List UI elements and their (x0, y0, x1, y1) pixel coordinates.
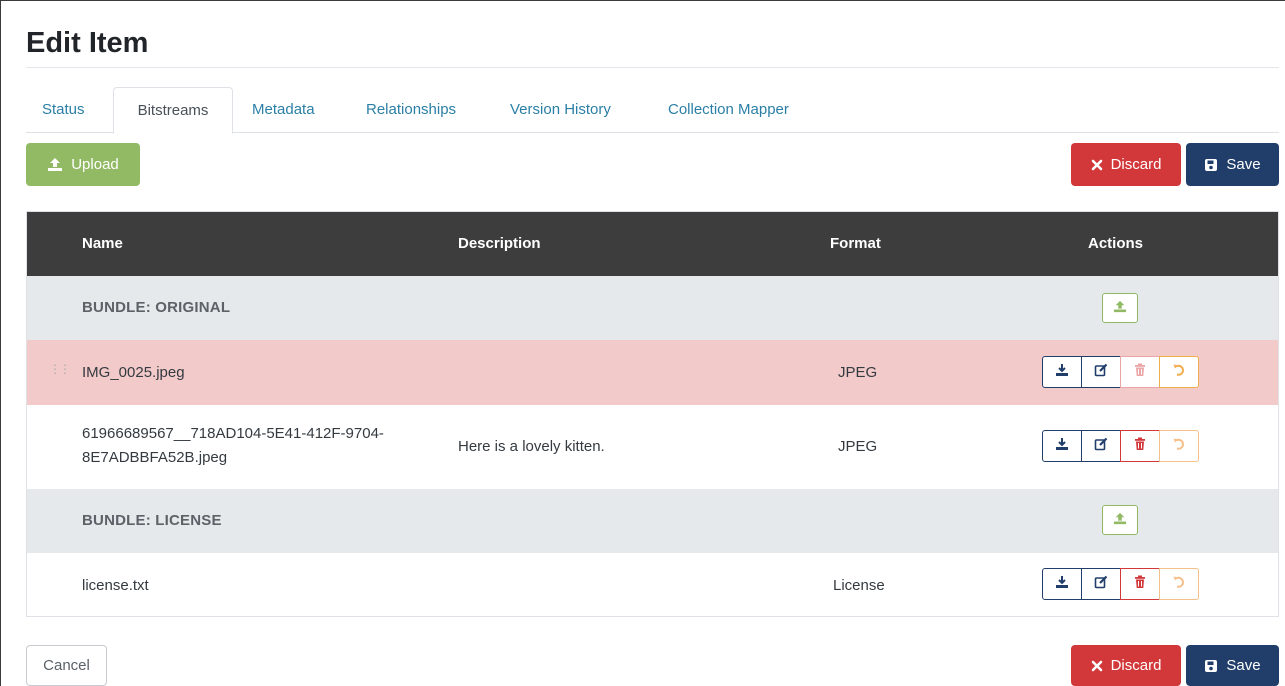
undo-button[interactable] (1159, 568, 1199, 600)
bundle-label: BUNDLE: ORIGINAL (82, 299, 231, 316)
table-row: ⋮⋮ IMG_0025.jpeg JPEG (27, 340, 1278, 405)
cancel-button[interactable]: Cancel (26, 645, 107, 686)
upload-icon (1113, 512, 1127, 529)
times-icon (1091, 159, 1103, 171)
download-button[interactable] (1042, 356, 1082, 388)
drag-handle-icon[interactable]: ⋮⋮ (49, 362, 71, 376)
undo-button[interactable] (1159, 356, 1199, 388)
undo-button[interactable] (1159, 430, 1199, 462)
row-actions (1042, 568, 1200, 600)
edit-icon (1094, 437, 1108, 455)
delete-button[interactable] (1120, 356, 1160, 388)
bundle-row-original: BUNDLE: ORIGINAL (27, 276, 1278, 340)
download-icon (1055, 437, 1069, 455)
tab-collection-mapper[interactable]: Collection Mapper (668, 87, 789, 133)
discard-label: Discard (1110, 657, 1162, 674)
floppy-disk-icon (1204, 158, 1218, 172)
trash-icon (1134, 437, 1146, 455)
row-actions (1042, 356, 1200, 388)
header-name: Name (82, 235, 123, 252)
download-icon (1055, 363, 1069, 381)
file-description: Here is a lovely kitten. (458, 438, 605, 455)
download-icon (1055, 575, 1069, 593)
download-button[interactable] (1042, 568, 1082, 600)
bitstreams-table: Name Description Format Actions BUNDLE: … (26, 211, 1279, 617)
header-format: Format (830, 235, 881, 252)
file-name: IMG_0025.jpeg (82, 364, 185, 381)
file-format: License (833, 577, 885, 594)
tab-bar: Status Bitstreams Metadata Relationships… (26, 87, 1279, 134)
bundle-label: BUNDLE: LICENSE (82, 512, 222, 529)
tab-bitstreams[interactable]: Bitstreams (113, 87, 233, 134)
times-icon (1091, 660, 1103, 672)
header-description: Description (458, 235, 541, 252)
bundle-row-license: BUNDLE: LICENSE (27, 489, 1278, 553)
edit-button[interactable] (1081, 356, 1121, 388)
undo-icon (1172, 363, 1186, 381)
table-header: Name Description Format Actions (27, 212, 1278, 276)
save-label: Save (1226, 156, 1261, 173)
tab-relationships[interactable]: Relationships (366, 87, 456, 133)
header-actions: Actions (1088, 235, 1144, 252)
tab-status[interactable]: Status (42, 87, 85, 133)
trash-icon (1134, 363, 1146, 381)
edit-button[interactable] (1081, 568, 1121, 600)
save-button-bottom[interactable]: Save (1186, 645, 1279, 686)
edit-button[interactable] (1081, 430, 1121, 462)
save-button-top[interactable]: Save (1186, 143, 1279, 186)
table-row: 61966689567__718AD104-5E41-412F-9704- 8E… (27, 405, 1278, 489)
download-button[interactable] (1042, 430, 1082, 462)
undo-icon (1172, 575, 1186, 593)
discard-button-bottom[interactable]: Discard (1071, 645, 1181, 686)
file-format: JPEG (838, 438, 878, 455)
discard-label: Discard (1110, 156, 1162, 173)
file-name-line1: 61966689567__718AD104-5E41-412F-9704- (82, 425, 384, 442)
title-divider (26, 67, 1279, 68)
delete-button[interactable] (1120, 430, 1160, 462)
file-format: JPEG (838, 364, 878, 381)
discard-button-top[interactable]: Discard (1071, 143, 1181, 186)
edit-icon (1094, 575, 1108, 593)
save-label: Save (1226, 657, 1261, 674)
file-name-line2: 8E7ADBBFA52B.jpeg (82, 449, 228, 466)
file-name: license.txt (82, 577, 149, 594)
floppy-disk-icon (1204, 659, 1218, 673)
tab-version-history[interactable]: Version History (510, 87, 611, 133)
table-row: license.txt License (27, 553, 1278, 616)
edit-icon (1094, 363, 1108, 381)
page-title: Edit Item (26, 27, 149, 59)
undo-icon (1172, 437, 1186, 455)
upload-icon (47, 157, 63, 172)
tab-metadata[interactable]: Metadata (252, 87, 315, 133)
bundle-upload-button[interactable] (1102, 293, 1138, 323)
trash-icon (1134, 575, 1146, 593)
upload-icon (1113, 300, 1127, 317)
upload-button[interactable]: Upload (26, 143, 140, 186)
bundle-upload-button[interactable] (1102, 505, 1138, 535)
row-actions (1042, 430, 1200, 462)
upload-label: Upload (71, 156, 119, 173)
delete-button[interactable] (1120, 568, 1160, 600)
